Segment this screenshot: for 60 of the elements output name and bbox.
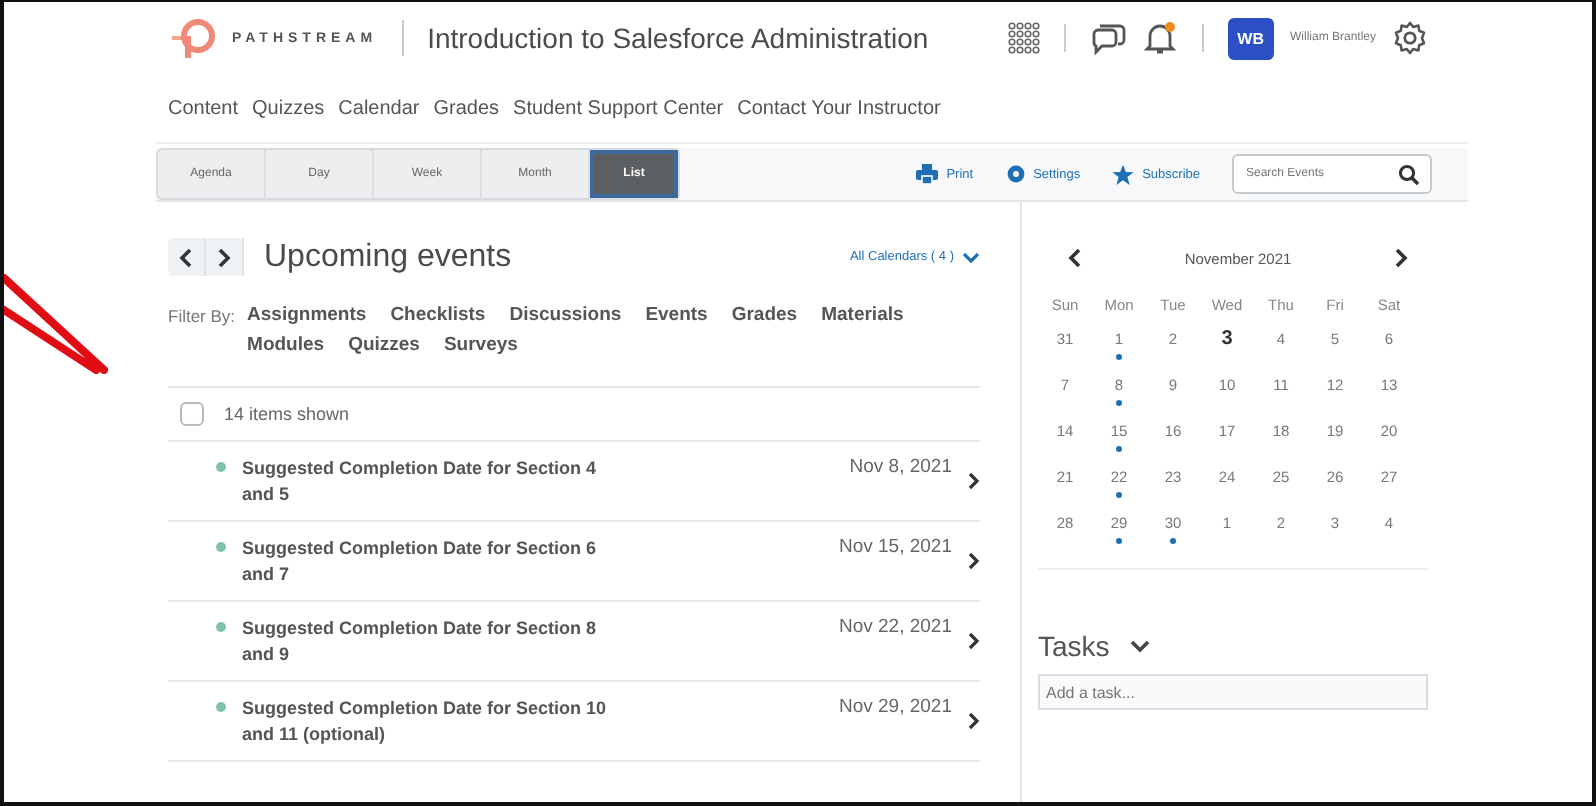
bullet-icon (216, 622, 226, 632)
gear-icon (1005, 164, 1026, 184)
chevron-right-icon (968, 632, 980, 650)
filter-link[interactable]: Quizzes (348, 334, 420, 356)
bullet-icon (216, 702, 226, 712)
event-row[interactable]: Suggested Completion Date for Section 8 and 9 Nov 22, 2021 (168, 602, 980, 682)
nav-link[interactable]: Calendar (338, 97, 420, 119)
calendar-day[interactable]: 3 (1221, 326, 1233, 354)
filter-link[interactable]: Materials (821, 304, 904, 326)
chevron-right-icon[interactable] (1394, 248, 1408, 268)
event-date: Nov 22, 2021 (838, 616, 952, 638)
chevron-down-icon (962, 251, 980, 263)
filter-link[interactable]: Assignments (247, 304, 367, 326)
event-date: Nov 29, 2021 (838, 696, 952, 718)
event-title: Suggested Completion Date for Section 6 and 7 (242, 536, 599, 588)
annotation-arrow (4, 274, 108, 374)
select-all-checkbox[interactable] (180, 402, 204, 426)
event-row[interactable]: Suggested Completion Date for Section 10 and 11 (optional) Nov 29, 2021 (168, 682, 980, 762)
nav-link[interactable]: Contact Your Instructor (737, 97, 941, 119)
star-icon (1112, 163, 1135, 185)
filter-label: Filter By: (168, 304, 236, 330)
grid-icon[interactable] (1007, 22, 1040, 54)
items-count: 14 items shown (224, 404, 350, 424)
bullet-icon (216, 542, 226, 552)
search-icon[interactable] (1398, 163, 1420, 185)
bullet-icon (216, 462, 226, 472)
filter-link[interactable]: Modules (247, 334, 325, 356)
bell-icon[interactable] (1141, 20, 1178, 56)
event-row[interactable]: Suggested Completion Date for Section 6 and 7 Nov 15, 2021 (168, 522, 980, 602)
chevron-left-icon[interactable] (1068, 248, 1082, 268)
chevron-left-icon (178, 247, 194, 267)
chevron-down-icon[interactable] (1129, 639, 1150, 653)
nav-link[interactable]: Grades (433, 97, 500, 119)
event-title: Suggested Completion Date for Section 10 and 11 (optional) (242, 696, 609, 748)
event-date: Nov 15, 2021 (838, 536, 952, 558)
nav-link[interactable]: Quizzes (252, 97, 325, 119)
event-row[interactable]: Suggested Completion Date for Section 4 and 5 Nov 8, 2021 (168, 442, 980, 522)
course-title[interactable]: Introduction to Salesforce Administration (427, 22, 929, 54)
chevron-right-icon (216, 247, 232, 267)
nav-link[interactable]: Student Support Center (513, 97, 724, 119)
panel-title: Upcoming events (264, 239, 512, 275)
event-date: Nov 8, 2021 (849, 456, 952, 478)
logo-icon (172, 16, 216, 60)
nav-link[interactable]: Content (168, 97, 239, 119)
tasks-heading: Tasks (1038, 630, 1110, 662)
filter-link[interactable]: Events (645, 304, 708, 326)
chevron-right-icon (968, 552, 980, 570)
filter-link[interactable]: Checklists (390, 304, 486, 326)
user-avatar[interactable]: WB (1227, 17, 1274, 59)
task-input[interactable]: Add a task... (1038, 674, 1428, 710)
chat-icon[interactable] (1089, 20, 1126, 56)
settings-icon[interactable] (1392, 20, 1428, 56)
chevron-right-icon (968, 472, 980, 490)
printer-icon (916, 164, 939, 184)
filter-link[interactable]: Surveys (443, 334, 518, 356)
filter-link[interactable]: Grades (731, 304, 798, 326)
event-title: Suggested Completion Date for Section 4 and 5 (242, 456, 599, 508)
event-title: Suggested Completion Date for Section 8 and 9 (242, 616, 599, 668)
filter-link[interactable]: Discussions (509, 304, 622, 326)
chevron-right-icon (968, 712, 980, 730)
